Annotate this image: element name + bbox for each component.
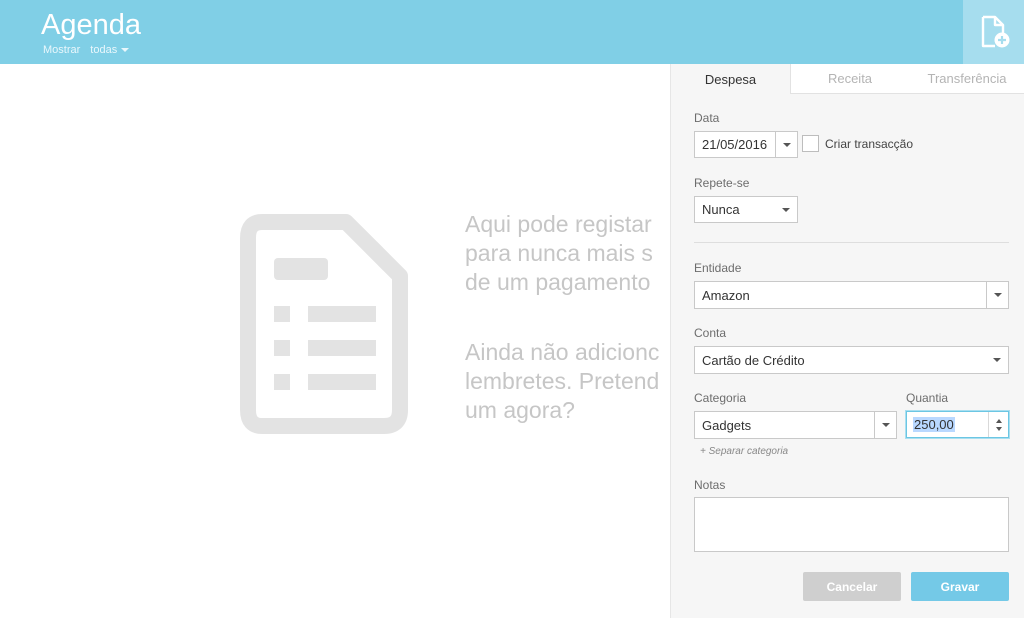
empty-line-3: de um pagamento — [465, 269, 651, 295]
empty-line-1: Aqui pode registar — [465, 211, 652, 237]
new-reminder-button[interactable] — [963, 0, 1024, 64]
repeat-label: Repete-se — [694, 176, 750, 190]
tab-expense[interactable]: Despesa — [671, 64, 791, 94]
amount-label: Quantia — [906, 391, 949, 405]
entity-dropdown-toggle[interactable] — [986, 282, 1008, 308]
section-divider — [694, 242, 1009, 243]
stepper-down-icon[interactable] — [995, 426, 1002, 431]
category-combobox[interactable]: Gadgets — [694, 411, 897, 439]
app-header: Agenda Mostrar todas — [0, 0, 1024, 64]
amount-stepper[interactable] — [988, 412, 1008, 437]
new-document-icon — [981, 15, 1009, 48]
show-value-label: todas — [90, 44, 118, 56]
chevron-down-icon — [121, 48, 130, 52]
date-label: Data — [694, 111, 720, 125]
entity-label: Entidade — [694, 261, 742, 275]
category-dropdown-toggle[interactable] — [874, 412, 896, 438]
page-title: Agenda — [41, 9, 141, 41]
empty-line-6: um agora? — [465, 397, 575, 423]
entity-value: Amazon — [702, 287, 750, 303]
repeat-value: Nunca — [702, 202, 740, 217]
chevron-down-icon — [993, 293, 1002, 297]
save-button[interactable]: Gravar — [911, 572, 1009, 601]
date-field[interactable]: 21/05/2016 — [694, 131, 798, 158]
account-dropdown-toggle — [986, 347, 1008, 373]
notes-textarea[interactable] — [694, 497, 1009, 552]
chevron-down-icon — [881, 423, 890, 427]
category-value: Gadgets — [702, 417, 752, 433]
filter-row: Mostrar todas — [43, 44, 130, 56]
entity-combobox[interactable]: Amazon — [694, 281, 1009, 309]
repeat-dropdown-toggle — [775, 197, 797, 222]
stepper-up-icon[interactable] — [995, 418, 1002, 423]
tab-transfer[interactable]: Transferência — [909, 64, 1024, 94]
transaction-type-tabs: Despesa Receita Transferência — [671, 64, 1024, 94]
show-filter-dropdown[interactable]: todas — [90, 44, 130, 56]
create-transaction-label: Criar transacção — [825, 137, 914, 151]
chevron-down-icon — [993, 358, 1001, 362]
account-value: Cartão de Crédito — [702, 352, 805, 368]
create-transaction-checkbox[interactable] — [802, 135, 819, 152]
chevron-down-icon — [782, 207, 790, 212]
reminder-form-panel: Despesa Receita Transferência Data 21/05… — [670, 64, 1024, 618]
amount-value: 250,00 — [913, 417, 955, 432]
split-category-link[interactable]: + Separar categoria — [700, 446, 788, 457]
date-picker-toggle[interactable] — [775, 132, 797, 157]
tab-income[interactable]: Receita — [791, 64, 909, 94]
repeat-select[interactable]: Nunca — [694, 196, 798, 223]
show-label: Mostrar — [43, 44, 81, 56]
empty-line-5: lembretes. Pretend — [465, 368, 660, 394]
empty-state-message: Aqui pode registar para nunca mais s de … — [465, 210, 670, 297]
amount-input[interactable]: 250,00 — [906, 411, 1009, 438]
notes-label: Notas — [694, 478, 726, 492]
empty-state-prompt: Ainda não adicionc lembretes. Pretend um… — [465, 338, 670, 425]
empty-line-4: Ainda não adicionc — [465, 339, 660, 365]
account-select[interactable]: Cartão de Crédito — [694, 346, 1009, 374]
category-label: Categoria — [694, 391, 747, 405]
empty-line-2: para nunca mais s — [465, 240, 653, 266]
chevron-down-icon — [782, 142, 791, 147]
date-value: 21/05/2016 — [702, 137, 768, 152]
cancel-button[interactable]: Cancelar — [803, 572, 901, 601]
account-label: Conta — [694, 326, 727, 340]
document-list-icon — [240, 214, 408, 434]
